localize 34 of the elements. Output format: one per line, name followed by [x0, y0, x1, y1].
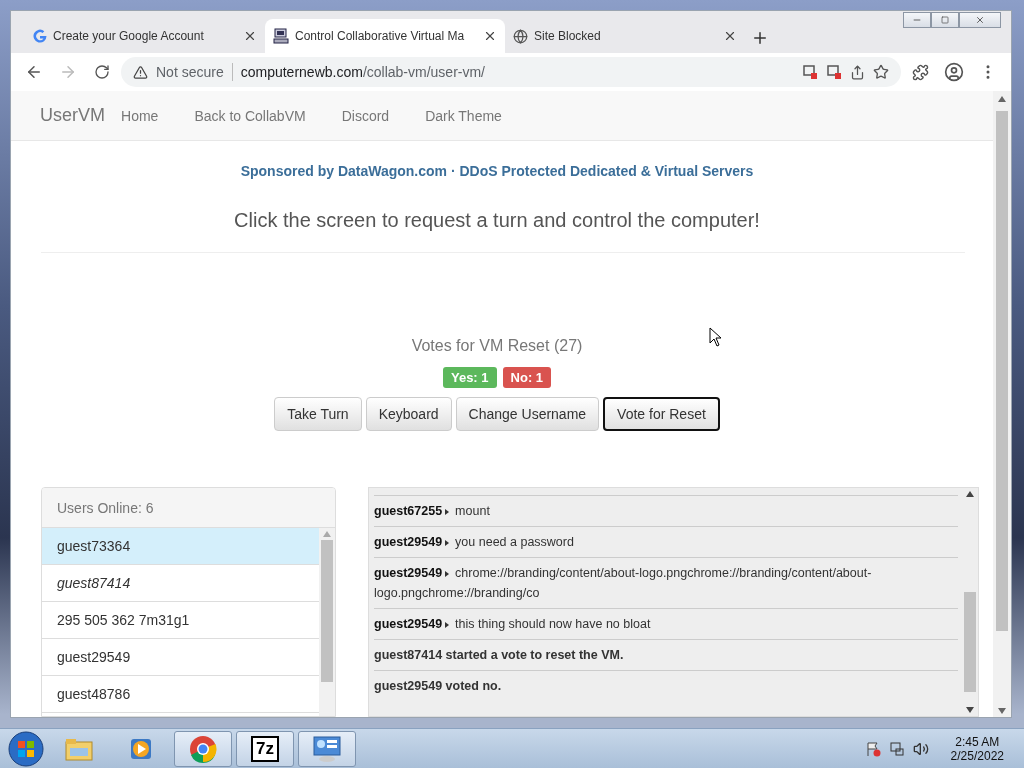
chat-message: guest29549 you need a password — [374, 535, 574, 549]
action-button[interactable]: Vote for Reset — [603, 397, 720, 431]
tab-title: Control Collaborative Virtual Ma — [295, 29, 466, 43]
chat-message: guest29549 chrome://branding/content/about-logo.pngchrome://branding/content/about-logo.pngchrome://branding/co — [374, 566, 872, 600]
chat-message: guest67255 mount — [374, 504, 490, 518]
brand-link[interactable]: UserVM — [40, 105, 105, 126]
system-message: guest29549 voted no. — [374, 679, 502, 693]
chat-message: guest29549 this thing should now have no bloat — [374, 617, 651, 631]
browser-tab[interactable]: Control Collaborative Virtual Ma — [265, 19, 505, 53]
system-message: guest87414 started a vote to reset the VM. — [374, 648, 624, 662]
yes-badge: Yes: 1 — [442, 367, 497, 388]
no-badge: No: 1 — [502, 367, 552, 388]
instruction-text: Click the screen to request a turn and control the computer! — [234, 209, 760, 233]
archive-icon[interactable]: 7z — [251, 735, 279, 762]
nav-link[interactable]: Discord — [341, 107, 426, 124]
clock[interactable]: 2:45 AM 2/25/2022 — [950, 734, 1004, 763]
browser-tab[interactable]: Create your Google Account — [25, 19, 265, 53]
address-bar[interactable]: Not secure computernewb.com/collab-vm/user-vm/ — [121, 57, 901, 87]
security-label: Not secure — [156, 64, 224, 80]
browser-tab[interactable]: Site Blocked — [505, 19, 745, 53]
nav-link[interactable]: Home — [121, 107, 195, 124]
action-button[interactable]: Take Turn — [274, 397, 362, 431]
nav-link[interactable]: Dark Theme — [425, 107, 538, 124]
action-button[interactable]: Keyboard — [365, 397, 452, 431]
taskbar-button[interactable]: 7z — [236, 730, 294, 767]
nav-link[interactable]: Back to CollabVM — [194, 107, 342, 124]
user-item[interactable]: guest73364 — [42, 528, 319, 565]
url-text: computernewb.com/collab-vm/user-vm/ — [240, 64, 486, 80]
users-header: Users Online: 6 — [42, 488, 335, 528]
tab-title: Site Blocked — [534, 29, 602, 43]
action-button[interactable]: Change Username — [455, 397, 600, 431]
tab-title: Create your Google Account — [53, 29, 205, 43]
sponsor-link[interactable]: Sponsored by DataWagon.com · DDoS Protected Dedicated & Virtual Servers — [240, 163, 754, 179]
vote-title: Votes for VM Reset (27) — [411, 337, 583, 355]
